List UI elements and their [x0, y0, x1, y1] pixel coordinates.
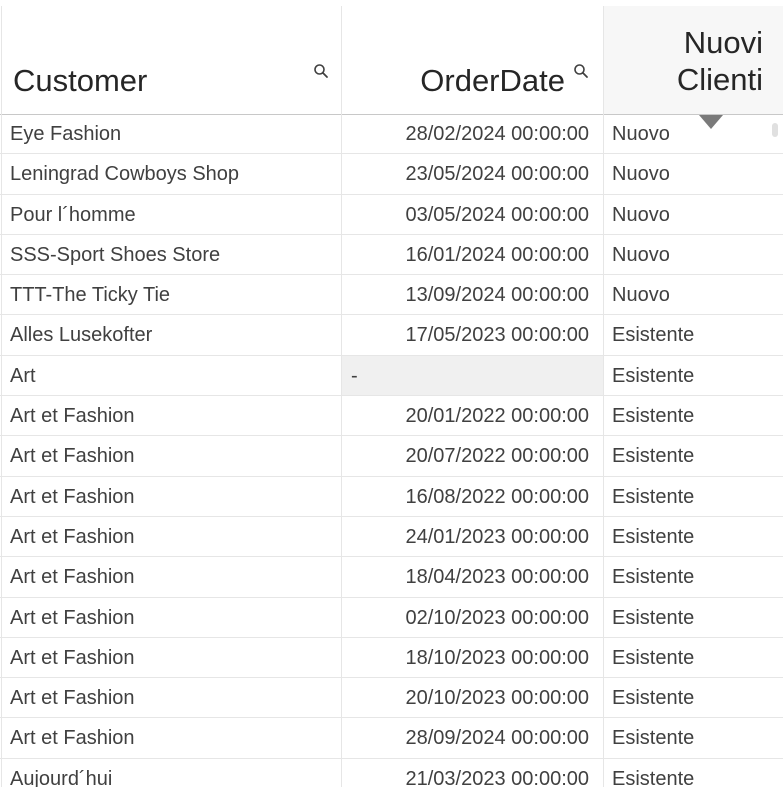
table-header: Customer OrderDate Nuovi Clienti [0, 6, 783, 115]
orderdate-cell[interactable]: - [342, 355, 604, 396]
table-row[interactable]: Art et Fashion 24/01/2023 00:00:00 Esisten… [0, 516, 783, 558]
nuovi-clienti-cell[interactable]: Esistente [604, 759, 783, 787]
table-row[interactable]: TTT-The Ticky Tie 13/09/2024 00:00:00 Nuov… [0, 275, 783, 316]
customer-cell[interactable]: Art et Fashion [1, 597, 342, 637]
search-icon[interactable] [573, 63, 589, 79]
nuovi-clienti-cell[interactable]: Esistente [604, 718, 783, 757]
orderdate-cell[interactable]: 03/05/2024 00:00:00 [342, 194, 604, 234]
nuovi-clienti-cell[interactable]: Esistente [604, 557, 783, 596]
customer-cell[interactable]: TTT-The Ticky Tie [1, 275, 342, 315]
customer-cell[interactable]: Art et Fashion [1, 637, 342, 678]
table-row[interactable]: Alles Lusekofter 17/05/2023 00:00:00 Esist… [0, 315, 783, 356]
customer-cell[interactable]: Art et Fashion [1, 476, 342, 516]
nuovi-clienti-cell[interactable]: Nuovo [604, 275, 783, 314]
orderdate-cell[interactable]: 20/07/2022 00:00:00 [342, 436, 604, 476]
customer-cell[interactable]: Art et Fashion [1, 396, 342, 436]
customer-cell[interactable]: Art et Fashion [1, 718, 342, 758]
table-row[interactable]: Art et Fashion 20/07/2022 00:00:00 Esisten… [0, 436, 783, 477]
nuovi-clienti-cell[interactable]: Nuovo [604, 195, 783, 234]
table-row[interactable]: Aujourd´hui 21/03/2023 00:00:00 Esistente [0, 758, 783, 787]
customer-cell[interactable]: Pour l´homme [1, 194, 342, 234]
table-row[interactable]: Eye Fashion 28/02/2024 00:00:00 Nuovo [0, 114, 783, 155]
orderdate-cell[interactable]: 02/10/2023 00:00:00 [342, 597, 604, 637]
orderdate-cell[interactable]: 20/01/2022 00:00:00 [342, 396, 604, 436]
table-row[interactable]: Art et Fashion 20/10/2023 00:00:00 Esisten… [0, 678, 783, 719]
customer-cell[interactable]: Alles Lusekofter [1, 315, 342, 355]
orderdate-cell[interactable]: 24/01/2023 00:00:00 [342, 516, 604, 557]
orderdate-cell[interactable]: 18/10/2023 00:00:00 [342, 637, 604, 678]
customer-cell[interactable]: Art et Fashion [1, 678, 342, 718]
nuovi-clienti-cell[interactable]: Esistente [604, 638, 783, 677]
orderdate-cell[interactable]: 17/05/2023 00:00:00 [342, 315, 604, 355]
table-row[interactable]: Art et Fashion 28/09/2024 00:00:00 Esisten… [0, 718, 783, 759]
table-row[interactable]: Leningrad Cowboys Shop 23/05/2024 00:00:0… [0, 154, 783, 195]
nuovi-clienti-cell[interactable]: Esistente [604, 598, 783, 637]
nuovi-clienti-cell[interactable]: Esistente [604, 517, 783, 556]
orderdate-cell[interactable]: 16/08/2022 00:00:00 [342, 476, 604, 516]
orderdate-cell[interactable]: 13/09/2024 00:00:00 [342, 275, 604, 315]
column-header-label: OrderDate [420, 63, 565, 98]
orderdate-cell[interactable]: 18/04/2023 00:00:00 [342, 557, 604, 597]
nuovi-clienti-cell[interactable]: Esistente [604, 356, 783, 395]
orderdate-cell[interactable]: 16/01/2024 00:00:00 [342, 234, 604, 275]
nuovi-clienti-cell[interactable]: Esistente [604, 477, 783, 516]
nuovi-clienti-cell[interactable]: Nuovo [604, 235, 783, 274]
customer-cell[interactable]: Art [1, 355, 342, 396]
column-header-label: Customer [13, 63, 148, 98]
table-row[interactable]: SSS-Sport Shoes Store 16/01/2024 00:00:00… [0, 234, 783, 276]
nuovi-clienti-cell[interactable]: Esistente [604, 678, 783, 717]
orderdate-cell[interactable]: 28/02/2024 00:00:00 [342, 114, 604, 154]
table-row[interactable]: Art et Fashion 20/01/2022 00:00:00 Esisten… [0, 396, 783, 437]
table-row[interactable]: Art et Fashion 02/10/2023 00:00:00 Esisten… [0, 597, 783, 638]
column-header-nuovi-clienti[interactable]: Nuovi Clienti [604, 6, 783, 114]
orderdate-cell[interactable]: 21/03/2023 00:00:00 [342, 758, 604, 787]
nuovi-clienti-cell[interactable]: Nuovo [604, 114, 783, 153]
orderdate-cell[interactable]: 28/09/2024 00:00:00 [342, 718, 604, 758]
nuovi-clienti-cell[interactable]: Esistente [604, 396, 783, 435]
data-table: Customer OrderDate Nuovi Clienti Eye Fas… [0, 6, 783, 787]
nuovi-clienti-cell[interactable]: Esistente [604, 315, 783, 354]
orderdate-cell[interactable]: 23/05/2024 00:00:00 [342, 154, 604, 194]
table-row[interactable]: Pour l´homme 03/05/2024 00:00:00 Nuovo [0, 194, 783, 235]
table-row[interactable]: Art et Fashion 18/10/2023 00:00:00 Esisten… [0, 637, 783, 679]
table-row[interactable]: Art et Fashion 18/04/2023 00:00:00 Esisten… [0, 557, 783, 598]
table-row[interactable]: Art - Esistente [0, 355, 783, 397]
customer-cell[interactable]: Leningrad Cowboys Shop [1, 154, 342, 194]
customer-cell[interactable]: SSS-Sport Shoes Store [1, 234, 342, 275]
search-icon[interactable] [313, 63, 329, 79]
customer-cell[interactable]: Art et Fashion [1, 557, 342, 597]
column-header-customer[interactable]: Customer [1, 6, 342, 114]
column-header-label: Nuovi Clienti [676, 25, 763, 98]
column-header-orderdate[interactable]: OrderDate [342, 6, 604, 114]
nuovi-clienti-cell[interactable]: Nuovo [604, 154, 783, 193]
orderdate-cell[interactable]: 20/10/2023 00:00:00 [342, 678, 604, 718]
nuovi-clienti-cell[interactable]: Esistente [604, 436, 783, 475]
table-row[interactable]: Art et Fashion 16/08/2022 00:00:00 Esisten… [0, 476, 783, 517]
customer-cell[interactable]: Art et Fashion [1, 436, 342, 476]
customer-cell[interactable]: Aujourd´hui [1, 758, 342, 787]
customer-cell[interactable]: Eye Fashion [1, 114, 342, 154]
table-body: Eye Fashion 28/02/2024 00:00:00 Nuovo Lenin… [0, 114, 783, 787]
customer-cell[interactable]: Art et Fashion [1, 516, 342, 557]
